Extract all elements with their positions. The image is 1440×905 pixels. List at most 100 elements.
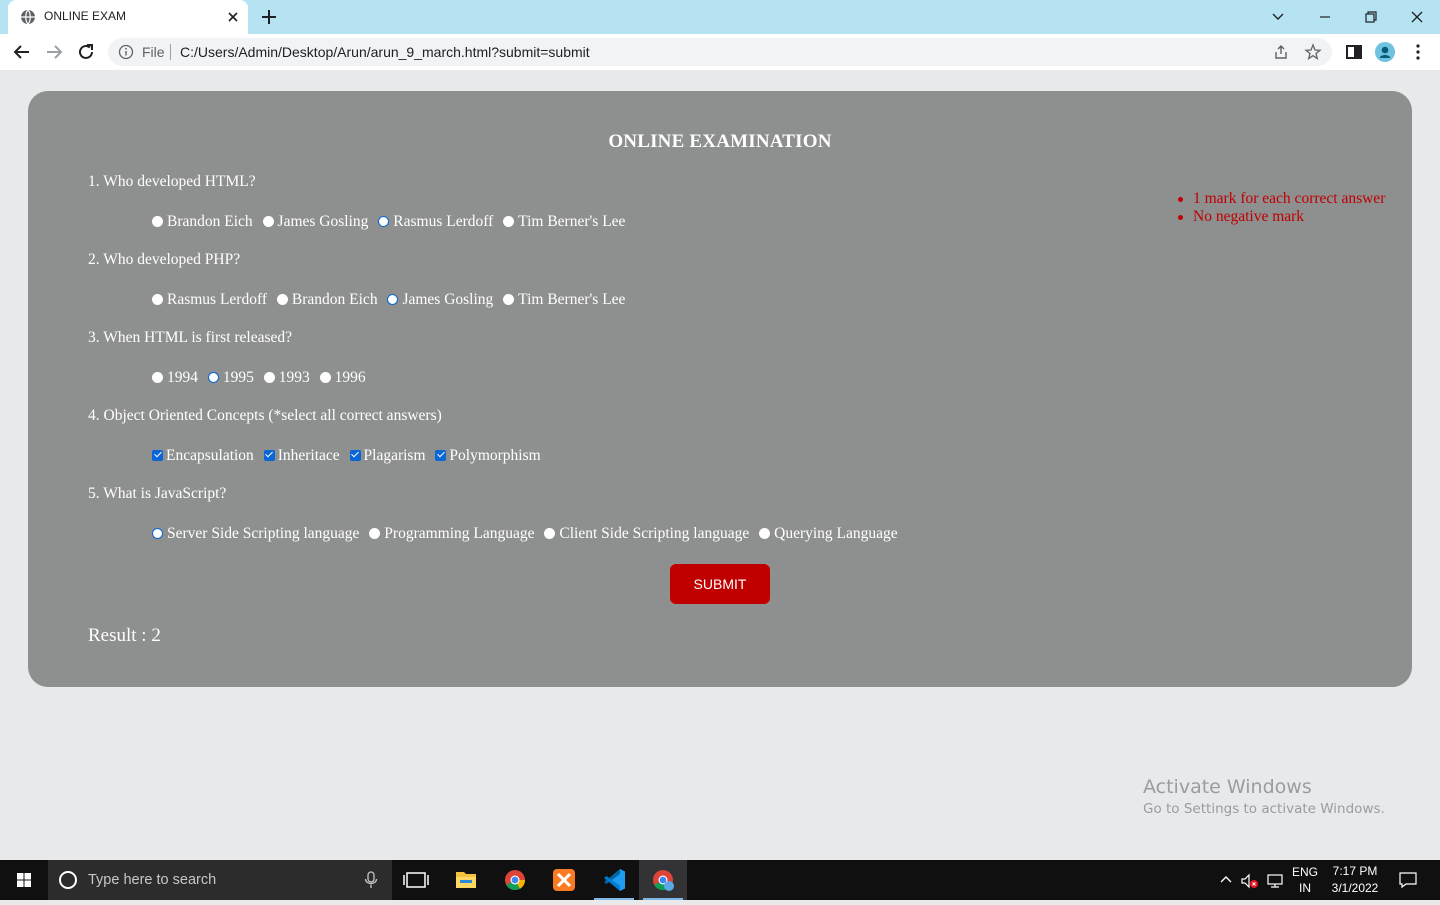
show-hidden-icons-chevron-icon[interactable]: [1218, 872, 1234, 888]
search-placeholder: Type here to search: [88, 872, 217, 888]
q5-option-server-side[interactable]: Server Side Scripting language: [152, 525, 359, 543]
xampp-icon: [553, 869, 575, 891]
radio-button[interactable]: [276, 293, 288, 305]
notifications-icon[interactable]: [1398, 871, 1418, 889]
q5-option-programming-language[interactable]: Programming Language: [369, 525, 535, 543]
taskbar-search-box[interactable]: Type here to search: [48, 860, 392, 900]
close-icon[interactable]: [224, 8, 242, 26]
taskbar-vscode[interactable]: [590, 860, 638, 900]
radio-button-selected[interactable]: [378, 215, 390, 227]
checkbox-checked[interactable]: [263, 449, 275, 461]
option-label: Rasmus Lerdoff: [393, 213, 494, 230]
menu-kebab-icon[interactable]: [1408, 42, 1428, 62]
q4-option-polymorphism[interactable]: Polymorphism: [435, 447, 541, 465]
checkbox-checked[interactable]: [152, 449, 163, 461]
watermark-subtitle: Go to Settings to activate Windows.: [1143, 801, 1385, 817]
url-text[interactable]: C:/Users/Admin/Desktop/Arun/arun_9_march…: [180, 44, 590, 60]
question-1-options: Brandon Eich James Gosling Rasmus Lerdof…: [152, 213, 631, 233]
radio-button[interactable]: [263, 371, 275, 383]
option-label: Brandon Eich: [291, 291, 378, 308]
option-label: Client Side Scripting language: [559, 525, 750, 542]
taskbar-chrome-profile[interactable]: [639, 860, 687, 900]
checkbox-checked[interactable]: [349, 449, 361, 461]
back-arrow-icon[interactable]: [10, 40, 34, 64]
q2-option-brandon-eich[interactable]: Brandon Eich: [276, 291, 378, 309]
radio-button-selected[interactable]: [387, 293, 399, 305]
radio-button[interactable]: [152, 293, 163, 305]
q3-option-1993[interactable]: 1993: [263, 369, 310, 387]
radio-button[interactable]: [262, 215, 274, 227]
option-label: 1995: [222, 369, 254, 386]
share-icon[interactable]: [1272, 43, 1290, 61]
activate-windows-watermark: Activate Windows Go to Settings to activ…: [1143, 775, 1385, 819]
task-view-button[interactable]: [392, 860, 440, 900]
radio-button[interactable]: [759, 527, 771, 539]
q1-option-james-gosling[interactable]: James Gosling: [262, 213, 369, 231]
option-label: Plagarism: [363, 447, 426, 464]
browser-toolbar: File C:/Users/Admin/Desktop/Arun/arun_9_…: [0, 34, 1440, 70]
radio-button[interactable]: [544, 527, 556, 539]
option-label: Programming Language: [384, 525, 535, 542]
submit-button[interactable]: SUBMIT: [670, 564, 770, 604]
option-label: Tim Berner's Lee: [518, 213, 626, 230]
side-panel-icon[interactable]: [1344, 42, 1364, 62]
clock-time[interactable]: 7:17 PM: [1325, 864, 1385, 878]
option-label: James Gosling: [277, 213, 369, 230]
radio-button-selected[interactable]: [207, 371, 219, 383]
q2-option-james-gosling[interactable]: James Gosling: [387, 291, 493, 309]
radio-button[interactable]: [369, 527, 381, 539]
speaker-muted-icon[interactable]: [1240, 872, 1260, 890]
option-label: Server Side Scripting language: [167, 525, 360, 542]
radio-button[interactable]: [152, 371, 163, 383]
forward-arrow-icon[interactable]: [42, 40, 66, 64]
window-close-icon[interactable]: [1406, 6, 1428, 28]
radio-button-selected[interactable]: [152, 527, 163, 539]
tab-search-chevron-icon[interactable]: [1267, 6, 1289, 28]
q4-option-inheritace[interactable]: Inheritace: [263, 447, 340, 465]
windows-taskbar: Type here to search ENG IN 7:17 PM 3/1/2…: [0, 860, 1440, 900]
question-2-options: Rasmus Lerdoff Brandon Eich James Goslin…: [152, 291, 631, 311]
q4-option-plagarism[interactable]: Plagarism: [349, 447, 426, 465]
instruction-item: No negative mark: [1175, 208, 1385, 226]
info-icon[interactable]: [118, 44, 134, 60]
q4-option-encapsulation[interactable]: Encapsulation: [152, 447, 254, 465]
clock-date[interactable]: 3/1/2022: [1325, 881, 1385, 895]
q1-option-rasmus-lerdoff[interactable]: Rasmus Lerdoff: [378, 213, 493, 231]
checkbox-checked[interactable]: [435, 449, 447, 461]
option-label: Inheritace: [277, 447, 340, 464]
new-tab-plus-icon[interactable]: [258, 6, 280, 28]
language-indicator-top[interactable]: ENG: [1290, 865, 1320, 879]
windows-start-icon[interactable]: [0, 860, 48, 900]
tab-online-exam[interactable]: ONLINE EXAM: [8, 0, 248, 34]
q3-option-1996[interactable]: 1996: [319, 369, 366, 387]
profile-avatar-icon[interactable]: [1375, 42, 1395, 62]
restore-icon[interactable]: [1360, 6, 1382, 28]
q5-option-querying-language[interactable]: Querying Language: [759, 525, 898, 543]
radio-button[interactable]: [503, 293, 515, 305]
bookmark-star-icon[interactable]: [1304, 43, 1322, 61]
taskbar-chrome[interactable]: [491, 860, 539, 900]
q2-option-tim-berners-lee[interactable]: Tim Berner's Lee: [503, 291, 625, 309]
radio-button[interactable]: [503, 215, 515, 227]
option-label: Brandon Eich: [167, 213, 253, 230]
radio-button[interactable]: [152, 215, 163, 227]
question-2-label: 2. Who developed PHP?: [88, 251, 241, 268]
result-text: Result : 2: [88, 625, 161, 646]
address-bar[interactable]: File C:/Users/Admin/Desktop/Arun/arun_9_…: [108, 38, 1332, 66]
radio-button[interactable]: [319, 371, 331, 383]
q3-option-1994[interactable]: 1994: [152, 369, 198, 387]
network-icon[interactable]: [1265, 872, 1285, 890]
q2-option-rasmus-lerdoff[interactable]: Rasmus Lerdoff: [152, 291, 267, 309]
question-3-options: 1994 1995 1993 1996: [152, 369, 372, 389]
taskbar-xampp[interactable]: [540, 860, 588, 900]
microphone-icon[interactable]: [362, 870, 380, 890]
language-indicator-bottom[interactable]: IN: [1290, 881, 1320, 895]
q3-option-1995[interactable]: 1995: [207, 369, 254, 387]
exam-title: ONLINE EXAMINATION: [608, 131, 832, 152]
taskbar-file-explorer[interactable]: [442, 860, 490, 900]
q1-option-tim-berners-lee[interactable]: Tim Berner's Lee: [503, 213, 625, 231]
q5-option-client-side[interactable]: Client Side Scripting language: [544, 525, 749, 543]
minimize-icon[interactable]: [1314, 6, 1336, 28]
q1-option-brandon-eich[interactable]: Brandon Eich: [152, 213, 253, 231]
reload-icon[interactable]: [74, 40, 98, 64]
